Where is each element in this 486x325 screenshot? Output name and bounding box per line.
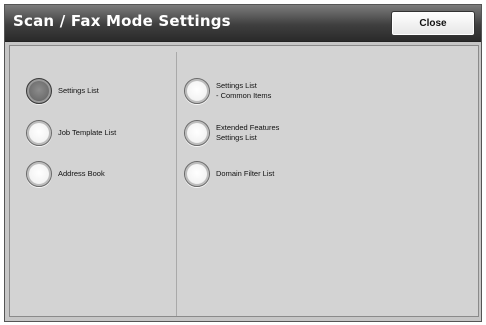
options-panel: Settings List Job Template List Address … [9, 45, 479, 317]
radio-icon[interactable] [26, 120, 52, 146]
radio-icon[interactable] [184, 78, 210, 104]
column-divider [176, 52, 177, 316]
settings-window: Scan / Fax Mode Settings Close Settings … [4, 4, 482, 322]
option-label: Domain Filter List [216, 169, 275, 178]
page-title: Scan / Fax Mode Settings [13, 12, 231, 30]
radio-icon[interactable] [26, 161, 52, 187]
radio-icon[interactable] [184, 120, 210, 146]
option-label: Address Book [58, 169, 105, 178]
option-label: Settings List - Common Items [216, 81, 272, 100]
title-bar: Scan / Fax Mode Settings Close [5, 5, 481, 42]
option-job-template-list[interactable]: Job Template List [26, 118, 116, 148]
option-address-book[interactable]: Address Book [26, 159, 105, 189]
option-label: Extended Features Settings List [216, 123, 280, 142]
option-label: Settings List [58, 86, 99, 95]
radio-icon[interactable] [184, 161, 210, 187]
close-button[interactable]: Close [391, 11, 475, 36]
option-domain-filter-list[interactable]: Domain Filter List [184, 159, 274, 189]
option-settings-list[interactable]: Settings List [26, 76, 99, 106]
option-extended-features-settings-list[interactable]: Extended Features Settings List [184, 118, 279, 148]
radio-icon-selected[interactable] [26, 78, 52, 104]
option-settings-list-common-items[interactable]: Settings List - Common Items [184, 76, 271, 106]
option-label: Job Template List [58, 128, 117, 137]
